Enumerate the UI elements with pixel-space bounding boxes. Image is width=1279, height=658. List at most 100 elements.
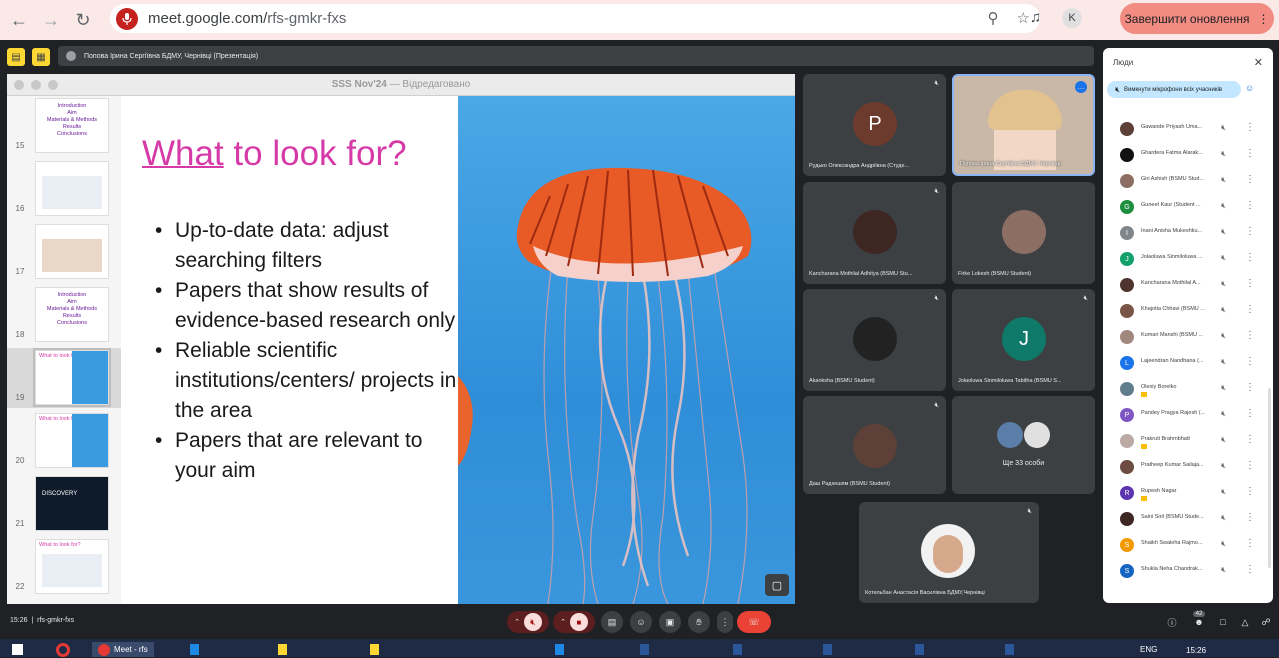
close-icon[interactable]: ✕ bbox=[1254, 56, 1263, 69]
taskbar-window[interactable] bbox=[555, 642, 564, 657]
host-controls-button[interactable]: ☍ bbox=[1257, 611, 1275, 633]
participant-list-item[interactable]: Pratheep Kumar Sailaja... 🔇︎ ⋮ bbox=[1103, 454, 1268, 480]
slide-thumbnail[interactable]: 17 bbox=[7, 222, 121, 282]
slide-thumbnail[interactable]: 20 What to look for? bbox=[7, 411, 121, 471]
more-vert-icon[interactable]: ⋮ bbox=[1245, 200, 1255, 211]
more-vert-icon[interactable]: ⋮ bbox=[1245, 512, 1255, 523]
participant-list-item[interactable]: Ghardera Fatma Alarak... 🔇︎ ⋮ bbox=[1103, 142, 1268, 168]
people-button[interactable]: 42 ☻ bbox=[1187, 611, 1211, 633]
participant-tile[interactable]: 🔇︎ Akanksha (BSMU Student) bbox=[803, 289, 946, 391]
activities-button[interactable]: △ bbox=[1236, 611, 1254, 633]
image-icon[interactable]: ▢ bbox=[765, 574, 789, 596]
taskbar-window[interactable] bbox=[190, 642, 199, 657]
mic-off-icon[interactable]: 🔇︎ bbox=[1221, 149, 1226, 159]
scrollbar[interactable] bbox=[1268, 388, 1271, 568]
more-vert-icon[interactable]: ⋮ bbox=[1245, 356, 1255, 367]
participant-tile-active[interactable]: … Попова Ірина Сергіївна БДМУ, Чернівці bbox=[952, 74, 1095, 176]
participant-list-item[interactable]: Gawande Priyash Uma... 🔇︎ ⋮ bbox=[1103, 116, 1268, 142]
captions-button[interactable]: ▤ bbox=[601, 611, 623, 633]
participant-tile[interactable]: 🔇︎ Даш Радхешям (BSMU Student) bbox=[803, 396, 946, 494]
taskbar-clock[interactable]: 15:26 bbox=[1186, 643, 1206, 658]
more-vert-icon[interactable]: ⋮ bbox=[1245, 122, 1255, 133]
windows-start-icon[interactable] bbox=[12, 642, 23, 657]
participant-list-item[interactable]: P Pandey Pragya Rajesh (... 🔇︎ ⋮ bbox=[1103, 402, 1268, 428]
mic-toggle-button[interactable]: ⌃ 🔇︎ bbox=[507, 611, 549, 633]
slide-thumbnail[interactable]: 15 Introduction Aim Materials & Methods R… bbox=[7, 96, 121, 156]
mic-off-icon[interactable]: 🔇︎ bbox=[1221, 201, 1226, 211]
slide-thumbnail[interactable]: 22 What to look for? bbox=[7, 537, 121, 597]
address-bar[interactable]: meet.google.com/rfs-gmkr-fxs ⚲ ☆ bbox=[110, 4, 1040, 33]
back-icon[interactable]: ← bbox=[6, 7, 32, 33]
participant-tile[interactable]: 🔇︎ Котельбан Анастасія Василівна БДМУ,Че… bbox=[859, 502, 1039, 603]
more-vert-icon[interactable]: ⋮ bbox=[1245, 174, 1255, 185]
participant-list-item[interactable]: Saini Siril (BSMU Stude... 🔇︎ ⋮ bbox=[1103, 506, 1268, 532]
update-button[interactable]: Завершити оновлення ⋮ bbox=[1120, 3, 1274, 34]
participant-list-item[interactable]: L Lajeendran Nandhana (... 🔇︎ ⋮ bbox=[1103, 350, 1268, 376]
participant-list-item[interactable]: G Guneet Kaur (Student ... 🔇︎ ⋮ bbox=[1103, 194, 1268, 220]
participant-tile[interactable]: 🔇︎ P Рудько Олександра Андріївна (Студе.… bbox=[803, 74, 946, 176]
mic-off-icon[interactable]: 🔇︎ bbox=[1221, 435, 1226, 445]
more-vert-icon[interactable]: ⋮ bbox=[1245, 486, 1255, 497]
slide-thumbnail[interactable]: 21 DISCOVERY bbox=[7, 474, 121, 534]
reload-icon[interactable]: ↻ bbox=[70, 7, 96, 33]
participant-list-item[interactable]: Kancharana Mothilal A... 🔇︎ ⋮ bbox=[1103, 272, 1268, 298]
present-button[interactable]: ▣ bbox=[659, 611, 681, 633]
media-control-icon[interactable]: ♫ bbox=[1030, 9, 1041, 26]
participant-list-item[interactable]: Giri Ashish (BSMU Stud... 🔇︎ ⋮ bbox=[1103, 168, 1268, 194]
clipboard-icon[interactable]: ▦ bbox=[32, 48, 50, 66]
taskbar-window[interactable] bbox=[733, 642, 742, 657]
participant-tile[interactable]: Firke Lokesh (BSMU Student) bbox=[952, 182, 1095, 284]
participant-list-item[interactable]: Khajotia Chhavi (BSMU ... 🔇︎ ⋮ bbox=[1103, 298, 1268, 324]
taskbar-window[interactable] bbox=[823, 642, 832, 657]
participant-list-item[interactable]: J Jolaoluwa Sinmiloluwa ... 🔇︎ ⋮ bbox=[1103, 246, 1268, 272]
mic-off-icon[interactable]: 🔇︎ bbox=[1221, 227, 1226, 237]
sticky-note-icon[interactable]: ▤ bbox=[7, 48, 25, 66]
more-vert-icon[interactable]: ⋮ bbox=[1245, 278, 1255, 289]
taskbar-window[interactable] bbox=[278, 642, 287, 657]
taskbar-lang[interactable]: ENG bbox=[1140, 642, 1157, 657]
more-vert-icon[interactable]: ⋮ bbox=[1245, 304, 1255, 315]
more-vert-icon[interactable]: ⋮ bbox=[1245, 434, 1255, 445]
slide-thumbnail[interactable]: 18 Introduction Aim Materials & Methods R… bbox=[7, 285, 121, 345]
mute-all-button[interactable]: 🔇︎ Вимкнути мікрофони всіх учасників bbox=[1107, 81, 1241, 98]
mic-off-icon[interactable]: 🔇︎ bbox=[1221, 461, 1226, 471]
emoji-button[interactable]: ☺ bbox=[630, 611, 652, 633]
taskbar-window[interactable] bbox=[1005, 642, 1014, 657]
participant-tile[interactable]: 🔇︎ Kancharana Mothilal Adhitya (BSMU Stu… bbox=[803, 182, 946, 284]
bookmark-star-icon[interactable]: ☆ bbox=[1017, 9, 1030, 27]
taskbar-chrome[interactable]: Meet - rfs bbox=[92, 642, 154, 657]
more-options-button[interactable]: ⋮ bbox=[717, 611, 733, 633]
more-participants-tile[interactable]: Ще 33 особи bbox=[952, 396, 1095, 494]
profile-avatar[interactable]: K bbox=[1062, 8, 1082, 28]
participant-list-item[interactable]: I Inani Anisha Mukeshku... 🔇︎ ⋮ bbox=[1103, 220, 1268, 246]
mic-off-icon[interactable]: 🔇︎ bbox=[1221, 539, 1226, 549]
mic-off-icon[interactable]: 🔇︎ bbox=[1221, 175, 1226, 185]
camera-toggle-button[interactable]: ⌃ ■ bbox=[553, 611, 595, 633]
more-vert-icon[interactable]: ⋮ bbox=[1245, 148, 1255, 159]
opera-icon[interactable] bbox=[56, 642, 70, 657]
more-vert-icon[interactable]: ⋮ bbox=[1245, 538, 1255, 549]
taskbar-window[interactable] bbox=[640, 642, 649, 657]
more-vert-icon[interactable]: ⋮ bbox=[1245, 564, 1255, 575]
more-vert-icon[interactable]: ⋮ bbox=[1245, 252, 1255, 263]
participant-list-item[interactable]: R Rupesh Nagar 🔇︎ ⋮ bbox=[1103, 480, 1268, 506]
taskbar-window[interactable] bbox=[915, 642, 924, 657]
chat-button[interactable]: □ bbox=[1214, 611, 1232, 633]
mic-off-icon[interactable]: 🔇︎ bbox=[1221, 565, 1226, 575]
mic-off-icon[interactable]: 🔇︎ bbox=[1221, 357, 1226, 367]
participant-tile[interactable]: 🔇︎ J Jolaoluwa Sinmiloluwa Tabitha (BSMU… bbox=[952, 289, 1095, 391]
more-vert-icon[interactable]: ⋮ bbox=[1245, 330, 1255, 341]
zoom-icon[interactable]: ⚲ bbox=[988, 9, 999, 27]
mic-off-icon[interactable]: 🔇︎ bbox=[1221, 409, 1226, 419]
mic-off-icon[interactable]: 🔇︎ bbox=[1221, 513, 1226, 523]
participant-list-item[interactable]: Olexiy Borelko 🔇︎ ⋮ bbox=[1103, 376, 1268, 402]
mic-off-icon[interactable]: 🔇︎ bbox=[1221, 123, 1226, 133]
mic-off-icon[interactable]: 🔇︎ bbox=[1221, 487, 1226, 497]
slide-thumbnail[interactable]: 19 What to look for? bbox=[7, 348, 121, 408]
mic-active-icon[interactable] bbox=[116, 7, 138, 30]
participant-list-item[interactable]: S Shukla Neha Chandrak... 🔇︎ ⋮ bbox=[1103, 558, 1268, 584]
add-person-icon[interactable]: ☺ bbox=[1245, 83, 1254, 93]
participant-list-item[interactable]: S Shaikh Swaleha Rajmo... 🔇︎ ⋮ bbox=[1103, 532, 1268, 558]
mic-off-icon[interactable]: 🔇︎ bbox=[1221, 383, 1226, 393]
raise-hand-button[interactable]: ✋︎ bbox=[688, 611, 710, 633]
